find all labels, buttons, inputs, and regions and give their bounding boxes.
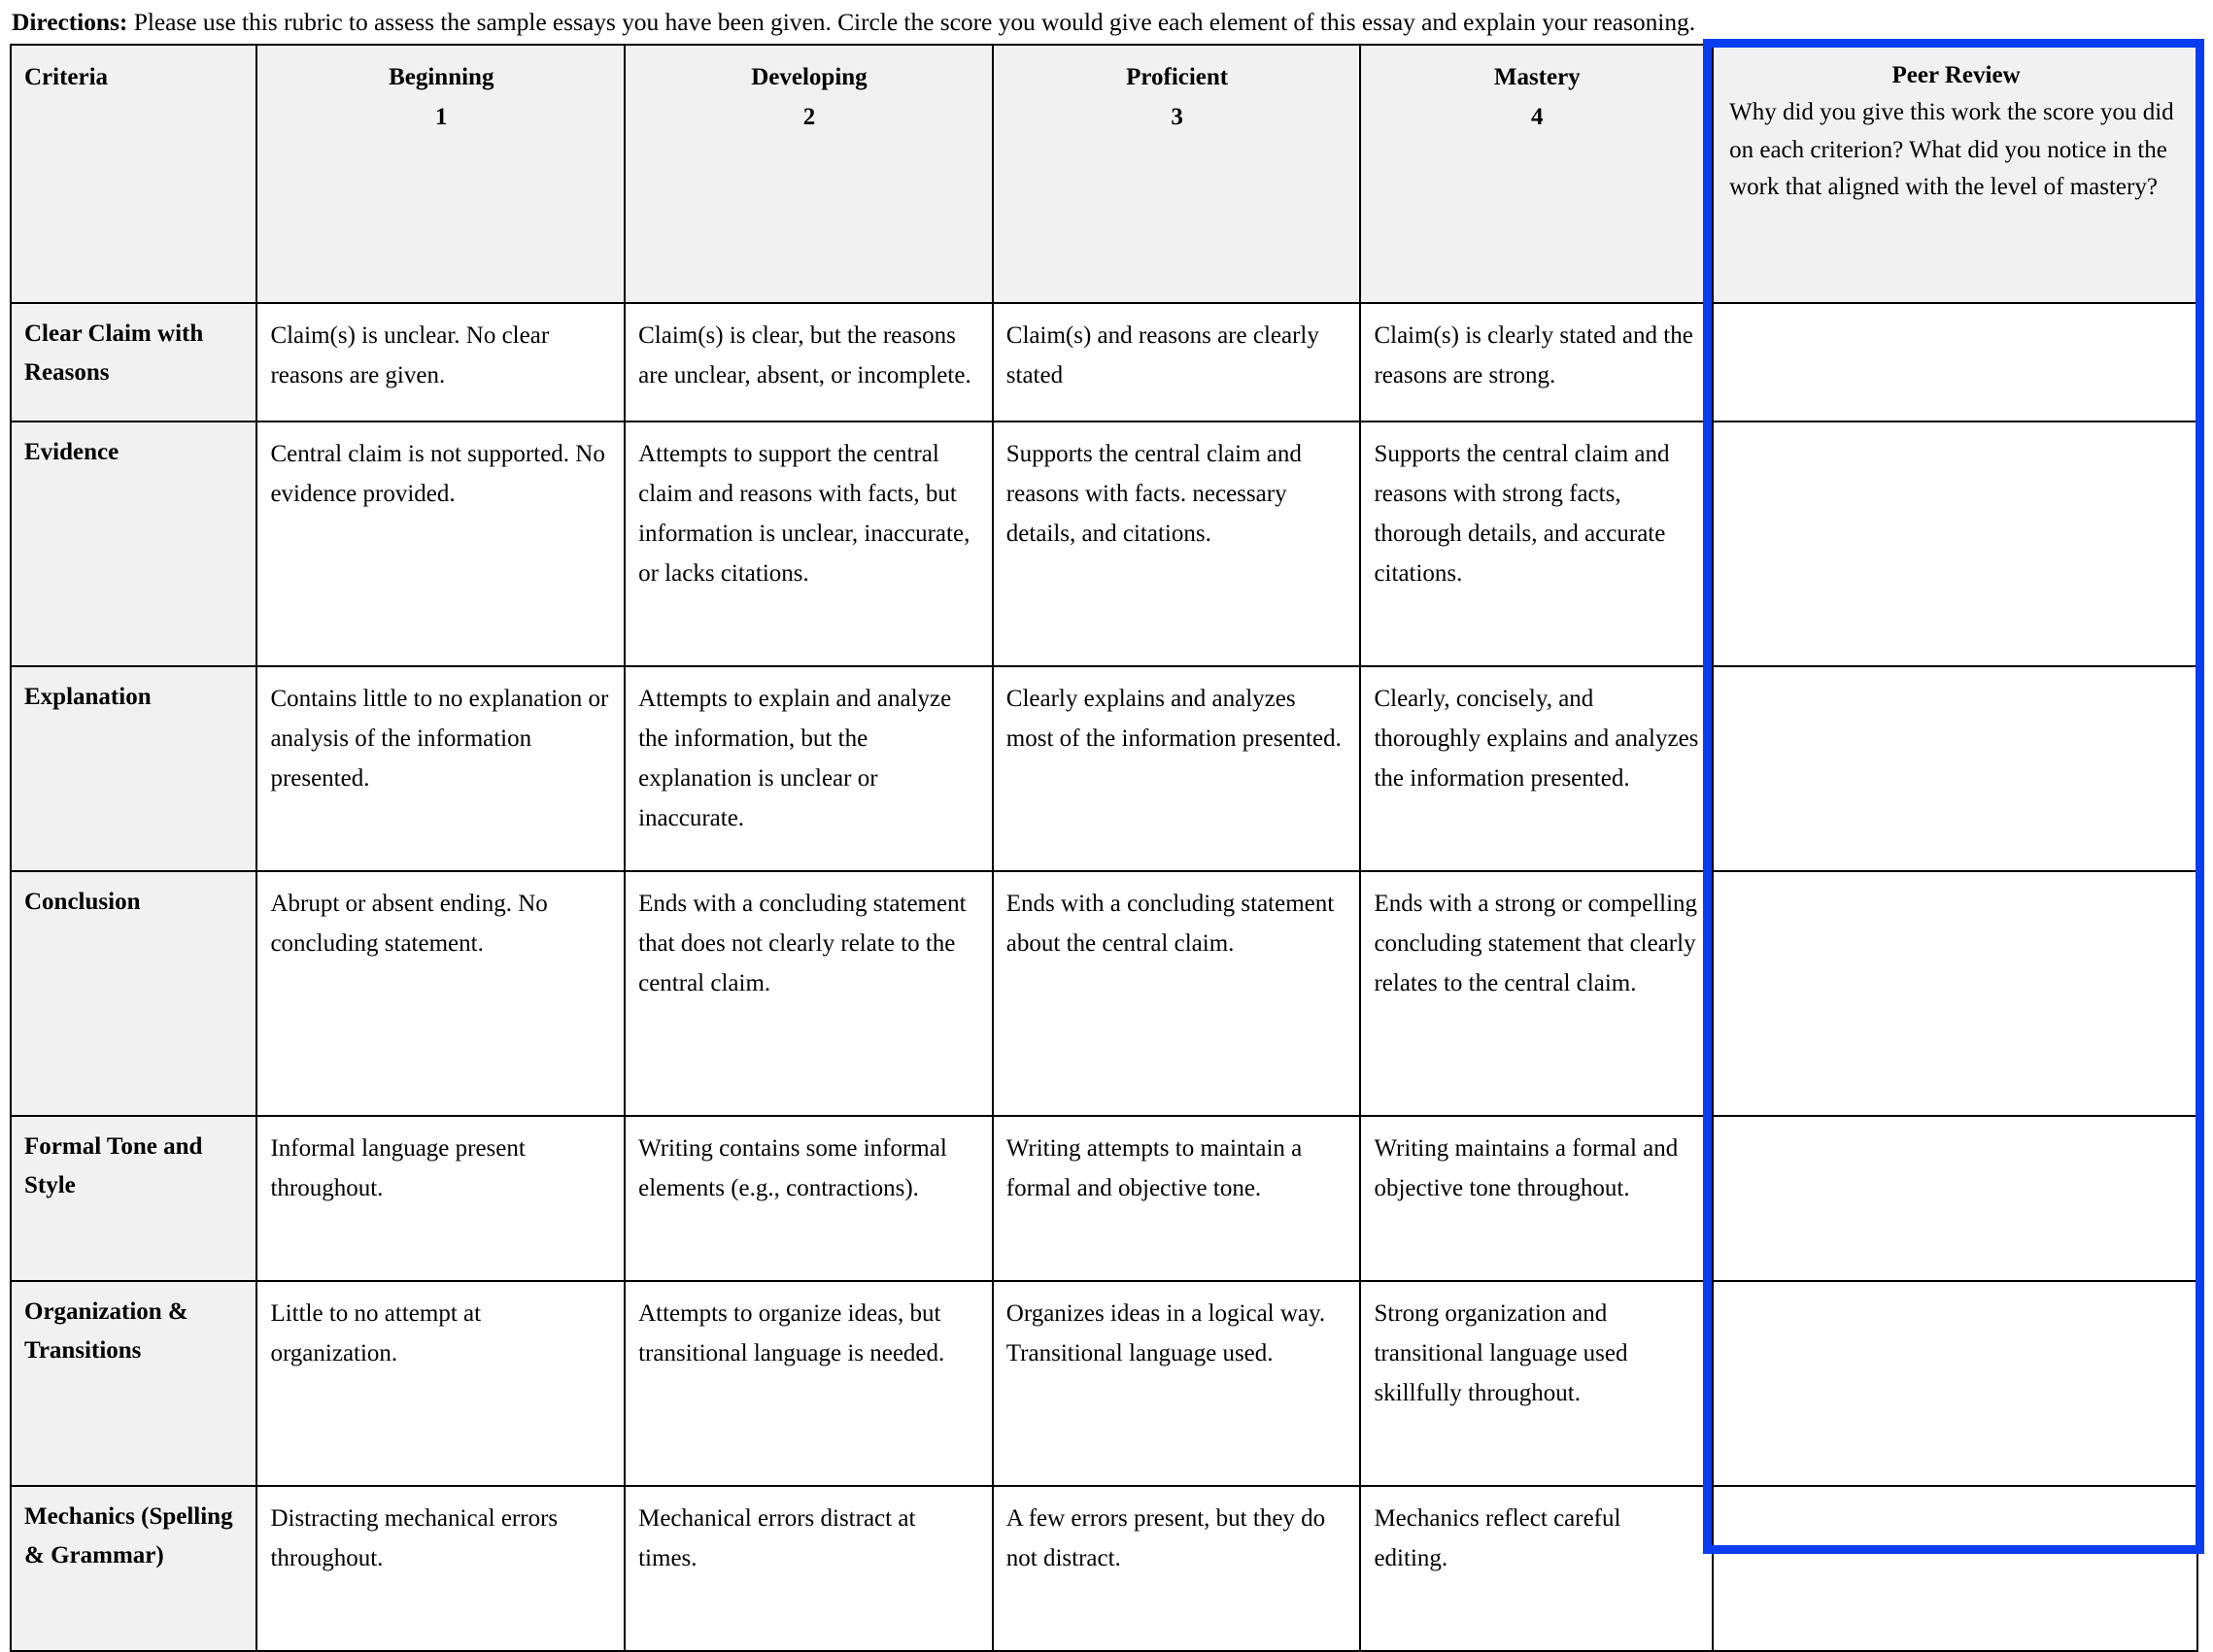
cell-mastery[interactable]: Mechanics reflect careful editing.: [1359, 1485, 1715, 1652]
header-level-mastery-score: 4: [1531, 104, 1544, 130]
row-criteria-label: Evidence: [9, 421, 258, 667]
cell-developing[interactable]: Claim(s) is clear, but the reasons are u…: [624, 302, 994, 422]
cell-peer-review[interactable]: [1712, 1280, 2198, 1487]
row-criteria-label: Conclusion: [9, 870, 258, 1117]
cell-proficient[interactable]: Clearly explains and analyzes most of th…: [991, 665, 1362, 872]
header-peer-review-title: Peer Review: [1891, 62, 2021, 88]
header-level-beginning-score: 1: [435, 104, 448, 130]
row-criteria-label: Formal Tone and Style: [9, 1115, 258, 1282]
header-peer-review-prompt: Why did you give this work the score you…: [1729, 99, 2174, 200]
table-row: Explanation Contains little to no explan…: [9, 665, 2198, 872]
cell-beginning[interactable]: Little to no attempt at organization.: [255, 1280, 627, 1487]
cell-beginning[interactable]: Central claim is not supported. No evide…: [255, 421, 627, 667]
cell-developing[interactable]: Attempts to organize ideas, but transiti…: [624, 1280, 994, 1487]
header-level-developing-score: 2: [802, 104, 816, 130]
header-level-proficient-score: 3: [1171, 104, 1183, 130]
cell-peer-review[interactable]: [1712, 421, 2198, 667]
cell-developing[interactable]: Writing contains some informal elements …: [624, 1115, 994, 1282]
table-row: Mechanics (Spelling & Grammar) Distracti…: [9, 1485, 2198, 1652]
row-criteria-label: Explanation: [9, 665, 258, 872]
header-level-beginning-label: Beginning: [389, 64, 494, 90]
cell-developing[interactable]: Ends with a concluding statement that do…: [624, 870, 994, 1117]
cell-developing[interactable]: Attempts to explain and analyze the info…: [624, 665, 994, 872]
table-row: Organization & Transitions Little to no …: [9, 1280, 2198, 1487]
cell-proficient[interactable]: A few errors present, but they do not di…: [991, 1485, 1362, 1652]
header-level-proficient: Proficient 3: [991, 44, 1362, 304]
row-criteria-label: Clear Claim with Reasons: [9, 302, 258, 422]
directions-line: Directions: Please use this rubric to as…: [12, 8, 2201, 37]
cell-mastery[interactable]: Ends with a strong or compelling conclud…: [1359, 870, 1715, 1117]
cell-beginning[interactable]: Claim(s) is unclear. No clear reasons ar…: [255, 302, 627, 422]
cell-proficient[interactable]: Writing attempts to maintain a formal an…: [991, 1115, 1362, 1282]
rubric-page: Directions: Please use this rubric to as…: [0, 0, 2213, 1652]
table-row: Evidence Central claim is not supported.…: [9, 421, 2198, 667]
cell-proficient[interactable]: Ends with a concluding statement about t…: [991, 870, 1362, 1117]
directions-text: Please use this rubric to assess the sam…: [127, 8, 1696, 36]
table-row: Formal Tone and Style Informal language …: [9, 1115, 2198, 1282]
cell-mastery[interactable]: Strong organization and transitional lan…: [1359, 1280, 1715, 1487]
table-row: Conclusion Abrupt or absent ending. No c…: [9, 870, 2198, 1117]
table-row: Clear Claim with Reasons Claim(s) is unc…: [9, 302, 2198, 422]
header-level-beginning: Beginning 1: [255, 44, 627, 304]
cell-peer-review[interactable]: [1712, 665, 2198, 872]
row-criteria-label: Organization & Transitions: [9, 1280, 258, 1487]
header-level-mastery-label: Mastery: [1493, 64, 1581, 90]
directions-label: Directions:: [12, 8, 128, 36]
cell-developing[interactable]: Mechanical errors distract at times.: [624, 1485, 994, 1652]
table-header-row: Criteria Beginning 1 Developing 2 Profic…: [9, 44, 2198, 304]
cell-beginning[interactable]: Contains little to no explanation or ana…: [255, 665, 627, 872]
cell-mastery[interactable]: Claim(s) is clearly stated and the reaso…: [1359, 302, 1715, 422]
cell-mastery[interactable]: Writing maintains a formal and objective…: [1359, 1115, 1715, 1282]
cell-peer-review[interactable]: [1712, 870, 2198, 1117]
header-criteria: Criteria: [9, 44, 258, 304]
cell-developing[interactable]: Attempts to support the central claim an…: [624, 421, 994, 667]
cell-mastery[interactable]: Clearly, concisely, and thoroughly expla…: [1359, 665, 1715, 872]
cell-peer-review[interactable]: [1712, 1115, 2198, 1282]
cell-mastery[interactable]: Supports the central claim and reasons w…: [1359, 421, 1715, 667]
cell-proficient[interactable]: Supports the central claim and reasons w…: [991, 421, 1362, 667]
header-level-developing: Developing 2: [624, 44, 994, 304]
cell-beginning[interactable]: Abrupt or absent ending. No concluding s…: [255, 870, 627, 1117]
cell-peer-review[interactable]: [1712, 1485, 2198, 1652]
header-level-developing-label: Developing: [751, 64, 868, 90]
header-level-mastery: Mastery 4: [1359, 44, 1715, 304]
cell-peer-review[interactable]: [1712, 302, 2198, 422]
cell-beginning[interactable]: Distracting mechanical errors throughout…: [255, 1485, 627, 1652]
rubric-table: Criteria Beginning 1 Developing 2 Profic…: [9, 44, 2198, 1652]
row-criteria-label: Mechanics (Spelling & Grammar): [9, 1485, 258, 1652]
header-peer-review: Peer Review Why did you give this work t…: [1712, 44, 2198, 304]
cell-beginning[interactable]: Informal language present throughout.: [255, 1115, 627, 1282]
cell-proficient[interactable]: Claim(s) and reasons are clearly stated: [991, 302, 1362, 422]
header-level-proficient-label: Proficient: [1126, 64, 1229, 90]
cell-proficient[interactable]: Organizes ideas in a logical way. Transi…: [991, 1280, 1362, 1487]
